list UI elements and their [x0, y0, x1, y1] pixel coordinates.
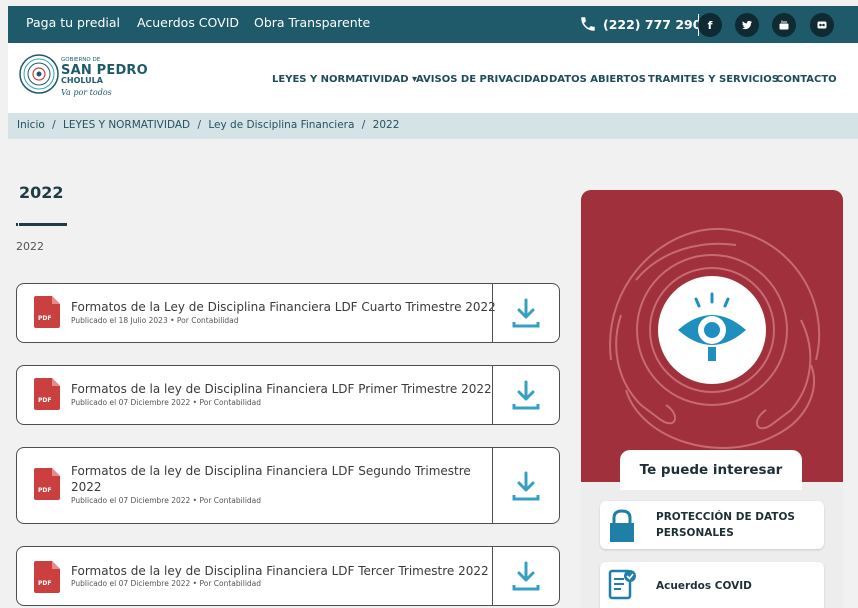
breadcrumb-ley-disciplina[interactable]: Ley de Disciplina Financiera [208, 119, 354, 131]
document-title[interactable]: Formatos de la ley de Disciplina Financi… [71, 381, 492, 397]
nav-leyes-normatividad[interactable]: LEYES Y NORMATIVIDAD ▾ [272, 74, 417, 85]
download-button[interactable] [492, 448, 559, 523]
document-meta: Publicado el 18 Julio 2023 • Por Contabi… [71, 316, 239, 325]
logo-tagline: Va por todos [61, 88, 112, 97]
document-check-icon [608, 569, 636, 600]
breadcrumb-leyes[interactable]: LEYES Y NORMATIVIDAD [63, 119, 190, 131]
flickr-icon[interactable] [810, 13, 834, 37]
download-button[interactable] [492, 284, 559, 342]
twitter-icon[interactable] [735, 13, 759, 37]
download-icon [512, 380, 540, 410]
document-title[interactable]: Formatos de la Ley de Disciplina Financi… [71, 299, 496, 315]
breadcrumb-current: 2022 [372, 119, 400, 131]
youtube-icon[interactable] [772, 13, 796, 37]
document-meta: Publicado el 07 Diciembre 2022 • Por Con… [71, 496, 262, 505]
interest-heading: Te puede interesar [620, 450, 802, 490]
document-meta: Publicado el 07 Diciembre 2022 • Por Con… [71, 398, 262, 407]
document-title[interactable]: Formatos de la ley de Disciplina Financi… [71, 463, 471, 495]
document-title[interactable]: Formatos de la ley de Disciplina Financi… [71, 563, 489, 579]
download-icon [512, 561, 540, 591]
nav-tramites-servicios[interactable]: TRAMITES Y SERVICIOS [648, 74, 779, 85]
svg-text:PDF: PDF [38, 487, 51, 494]
site-header: GOBIERNO DE SAN PEDRO CHOLULA Va por tod… [8, 43, 858, 113]
svg-text:PDF: PDF [38, 315, 51, 322]
title-underline [16, 223, 67, 226]
breadcrumb: Inicio / LEYES Y NORMATIVIDAD / Ley de D… [8, 113, 858, 139]
nav-avisos-privacidad[interactable]: AVISOS DE PRIVACIDAD [416, 74, 548, 85]
phone-number[interactable]: (222) 777 2900 [579, 15, 710, 33]
page-subtitle: 2022 [16, 240, 44, 253]
pdf-file-icon: PDF [34, 468, 60, 500]
document-card[interactable]: PDF Formatos de la Ley de Disciplina Fin… [16, 283, 560, 343]
facebook-icon[interactable]: f [698, 13, 722, 37]
link-obra-transparente[interactable]: Obra Transparente [254, 15, 370, 30]
page-title: 2022 [19, 183, 64, 202]
svg-text:PDF: PDF [38, 397, 51, 404]
privacy-eye-illustration [609, 227, 821, 449]
nav-datos-abiertos[interactable]: DATOS ABIERTOS [549, 74, 646, 85]
pdf-file-icon: PDF [34, 296, 60, 328]
top-bar: Paga tu predial Acuerdos COVID Obra Tran… [8, 6, 858, 43]
document-card[interactable]: PDF Formatos de la ley de Disciplina Fin… [16, 546, 560, 606]
download-icon [512, 298, 540, 328]
logo-line3: CHOLULA [61, 76, 103, 85]
link-label: Acuerdos COVID [656, 580, 752, 592]
link-proteccion-datos[interactable]: PROTECCIÓN DE DATOS PERSONALES [600, 501, 824, 549]
nav-contacto[interactable]: CONTACTO [776, 74, 837, 85]
download-icon [512, 471, 540, 500]
link-paga-predial[interactable]: Paga tu predial [26, 15, 120, 30]
document-card[interactable]: PDF Formatos de la ley de Disciplina Fin… [16, 447, 560, 524]
phone-text: (222) 777 2900 [603, 16, 711, 32]
lock-icon [610, 509, 634, 542]
logo-seal-icon[interactable] [18, 53, 60, 95]
breadcrumb-separator: / [197, 119, 202, 131]
link-acuerdos-covid[interactable]: Acuerdos COVID [137, 15, 239, 30]
pdf-file-icon: PDF [34, 561, 60, 593]
document-card[interactable]: PDF Formatos de la ley de Disciplina Fin… [16, 365, 560, 425]
link-acuerdos-covid-sidebar[interactable]: Acuerdos COVID [600, 562, 824, 608]
breadcrumb-separator: / [361, 119, 366, 131]
pdf-file-icon: PDF [34, 378, 60, 410]
document-meta: Publicado el 07 Diciembre 2022 • Por Con… [71, 579, 262, 588]
download-button[interactable] [492, 547, 559, 605]
phone-icon [581, 17, 595, 31]
download-button[interactable] [492, 366, 559, 424]
breadcrumb-inicio[interactable]: Inicio [17, 119, 45, 131]
link-label: PROTECCIÓN DE DATOS PERSONALES [656, 511, 795, 539]
breadcrumb-separator: / [52, 119, 56, 131]
svg-text:PDF: PDF [38, 580, 51, 587]
